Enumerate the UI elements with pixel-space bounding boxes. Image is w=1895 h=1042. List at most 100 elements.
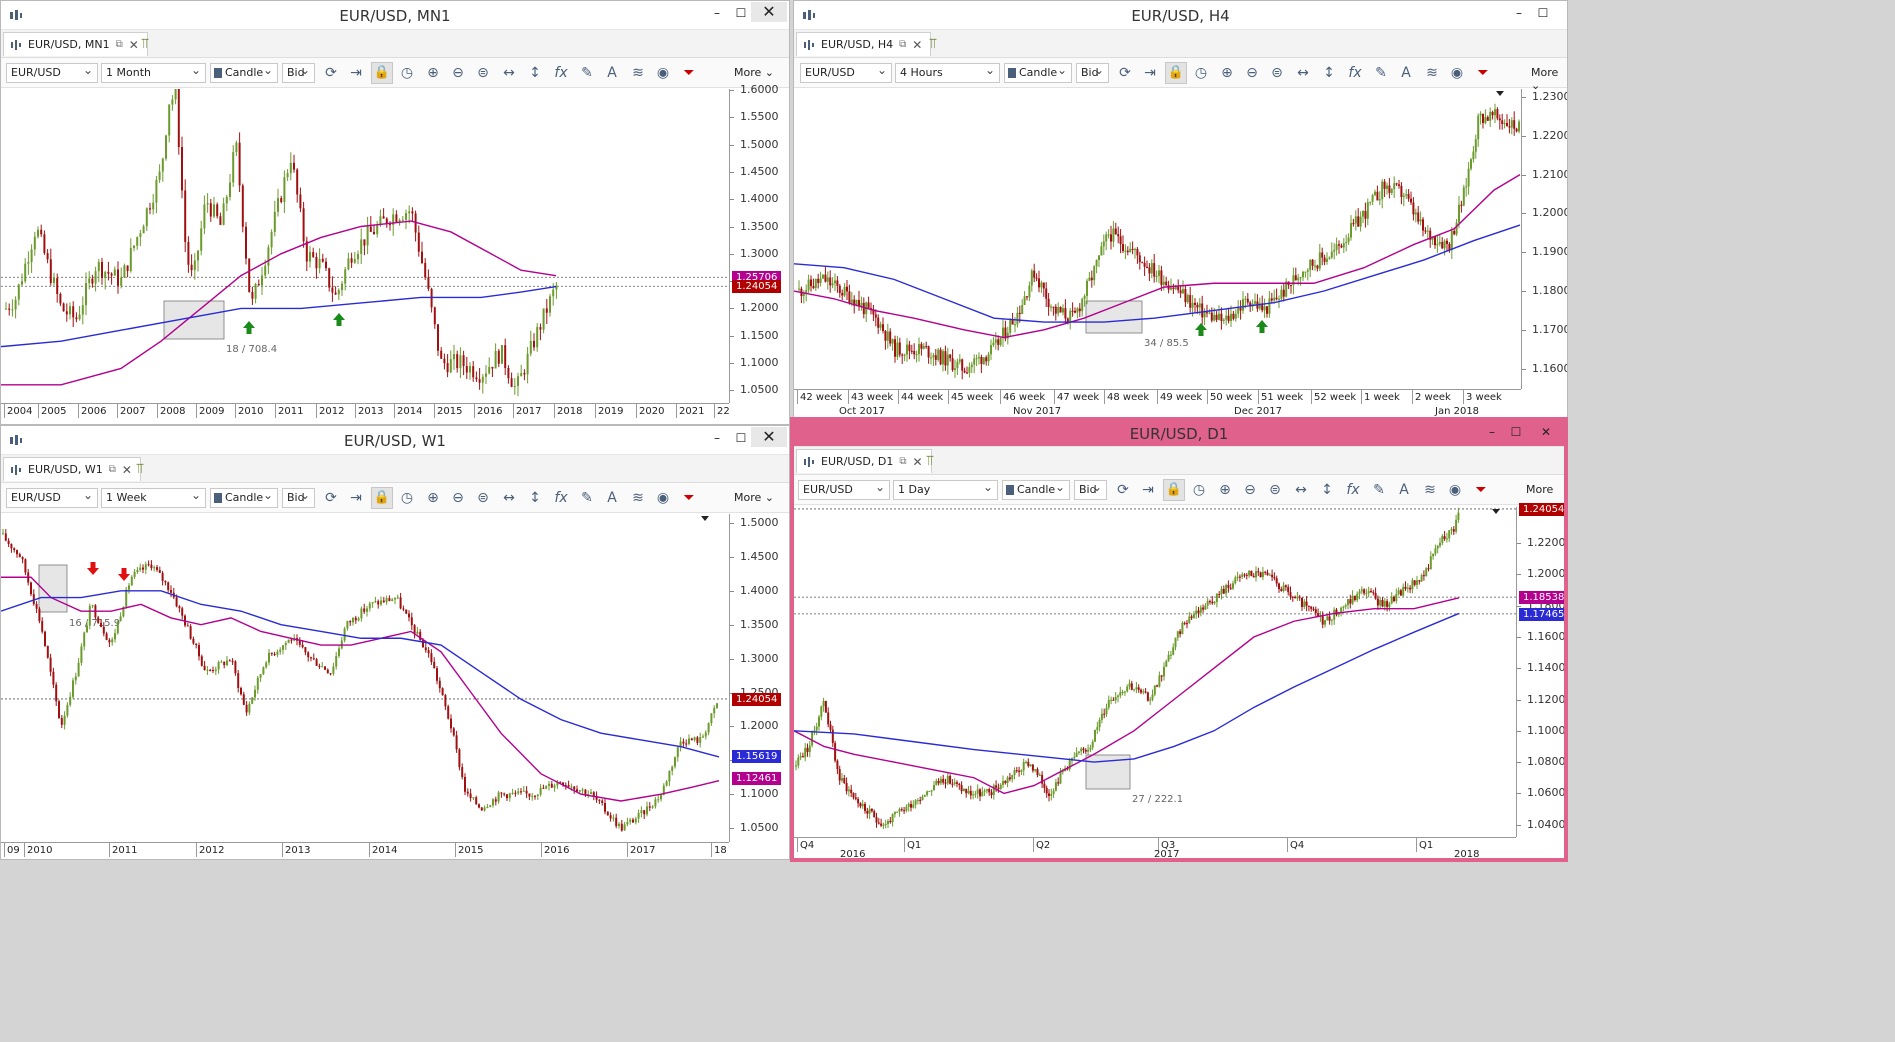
tab-chart[interactable]: EUR/USD, D1 ⧉ ✕ — [796, 449, 932, 473]
popout-icon[interactable]: ⧉ — [116, 39, 123, 50]
price-side-select[interactable]: Bid — [282, 63, 315, 83]
popout-icon[interactable]: ⧉ — [109, 464, 116, 475]
close-icon[interactable]: ✕ — [1534, 423, 1558, 441]
instrument-select[interactable]: EUR/USD — [800, 63, 892, 83]
chart-window-mn1[interactable]: EUR/USD, MN1 – ☐ ✕ EUR/USD, MN1 ⧉ ✕ ⫪ EU… — [0, 0, 790, 425]
zoom-in-icon[interactable]: ⊕ — [423, 489, 443, 507]
minimize-icon[interactable]: – — [1507, 4, 1531, 22]
zoom-in-icon[interactable]: ⊕ — [1217, 64, 1237, 82]
chart-type-select[interactable]: Candle — [210, 63, 278, 83]
crosshair-icon[interactable]: ◷ — [1191, 64, 1211, 82]
close-tab-icon[interactable]: ✕ — [912, 455, 922, 469]
layers-icon[interactable]: ≋ — [1420, 481, 1440, 499]
horizontal-scale-icon[interactable]: ↔ — [1293, 64, 1313, 82]
more-menu[interactable]: More ⌄ — [734, 66, 774, 79]
period-select[interactable]: 1 Day — [893, 480, 998, 500]
zoom-fit-icon[interactable]: ⊜ — [1265, 481, 1285, 499]
instrument-select[interactable]: EUR/USD — [6, 488, 98, 508]
maximize-icon[interactable]: ☐ — [729, 4, 753, 22]
price-side-select[interactable]: Bid — [1074, 480, 1107, 500]
vertical-scale-icon[interactable]: ↕ — [525, 489, 545, 507]
zoom-out-icon[interactable]: ⊖ — [448, 64, 468, 82]
period-select[interactable]: 4 Hours — [895, 63, 1000, 83]
zoom-in-icon[interactable]: ⊕ — [1215, 481, 1235, 499]
text-tool-icon[interactable]: A — [1396, 64, 1416, 82]
price-axis[interactable]: 1.50001.45001.40001.35001.30001.25001.20… — [729, 514, 789, 842]
refresh-icon[interactable]: ⟳ — [321, 489, 341, 507]
lock-icon[interactable]: 🔒 — [371, 487, 393, 509]
drawing-pencil-icon[interactable]: ✎ — [577, 64, 597, 82]
plot-area[interactable]: 16 / 715.9 — [1, 514, 729, 842]
zoom-out-icon[interactable]: ⊖ — [448, 489, 468, 507]
plot-area[interactable]: 27 / 222.1 — [794, 507, 1516, 837]
indicators-icon[interactable]: fx — [1345, 64, 1365, 82]
close-tab-icon[interactable]: ✕ — [122, 463, 132, 477]
window-titlebar[interactable]: EUR/USD, MN1 – ☐ ✕ — [1, 1, 789, 30]
drawing-pencil-icon[interactable]: ✎ — [1371, 64, 1391, 82]
time-axis[interactable]: 2004 2005 2006 2007 2008 2009 2010 2011 2012 2013… — [1, 403, 730, 421]
text-tool-icon[interactable]: A — [602, 64, 622, 82]
zoom-fit-icon[interactable]: ⊜ — [473, 64, 493, 82]
chart-type-select[interactable]: Candle — [1002, 480, 1070, 500]
lock-icon[interactable]: 🔒 — [1165, 62, 1187, 84]
time-axis[interactable]: 42 week 43 week 44 week 45 week 46 week 47 we… — [794, 389, 1521, 417]
alert-icon[interactable]: ⏷ — [679, 64, 699, 82]
layers-icon[interactable]: ≋ — [628, 489, 648, 507]
selection-box[interactable] — [163, 300, 225, 340]
refresh-icon[interactable]: ⟳ — [321, 64, 341, 82]
chart-window-h4[interactable]: EUR/USD, H4 – ☐ EUR/USD, H4 ⧉ ✕ ⫪ EUR/US… — [793, 0, 1568, 418]
time-axis[interactable]: 09 2010 2011 2012 2013 2014 2015 2016 2017 18 — [1, 842, 729, 858]
chart-type-select[interactable]: Candle — [1004, 63, 1072, 83]
zoom-in-icon[interactable]: ⊕ — [423, 64, 443, 82]
window-titlebar[interactable]: EUR/USD, W1 – ☐ ✕ — [1, 426, 789, 455]
instrument-select[interactable]: EUR/USD — [798, 480, 890, 500]
plot-area[interactable]: 18 / 708.4 — [1, 89, 729, 403]
window-titlebar[interactable]: EUR/USD, D1 – ☐ ✕ — [794, 421, 1564, 447]
indicators-icon[interactable]: fx — [551, 64, 571, 82]
refresh-icon[interactable]: ⟳ — [1115, 64, 1135, 82]
text-tool-icon[interactable]: A — [1394, 481, 1414, 499]
lock-icon[interactable]: 🔒 — [1163, 479, 1185, 501]
drawing-pencil-icon[interactable]: ✎ — [577, 489, 597, 507]
add-chart-icon[interactable]: ⫪ — [141, 36, 149, 52]
eye-icon[interactable]: ◉ — [1447, 64, 1467, 82]
refresh-icon[interactable]: ⟳ — [1113, 481, 1133, 499]
shift-chart-icon[interactable]: ⇥ — [346, 489, 366, 507]
price-side-select[interactable]: Bid — [1076, 63, 1109, 83]
shift-chart-icon[interactable]: ⇥ — [1138, 481, 1158, 499]
horizontal-scale-icon[interactable]: ↔ — [1291, 481, 1311, 499]
indicators-icon[interactable]: fx — [1343, 481, 1363, 499]
close-icon[interactable]: ✕ — [751, 2, 787, 22]
close-tab-icon[interactable]: ✕ — [129, 38, 139, 52]
period-select[interactable]: 1 Month — [101, 63, 206, 83]
crosshair-icon[interactable]: ◷ — [397, 489, 417, 507]
drawing-pencil-icon[interactable]: ✎ — [1369, 481, 1389, 499]
chart-type-select[interactable]: Candle — [210, 488, 278, 508]
horizontal-scale-icon[interactable]: ↔ — [499, 489, 519, 507]
eye-icon[interactable]: ◉ — [653, 64, 673, 82]
minimize-icon[interactable]: – — [705, 429, 729, 447]
price-side-select[interactable]: Bid — [282, 488, 315, 508]
horizontal-scale-icon[interactable]: ↔ — [499, 64, 519, 82]
shift-chart-icon[interactable]: ⇥ — [1140, 64, 1160, 82]
chart-window-d1[interactable]: EUR/USD, D1 – ☐ ✕ EUR/USD, D1 ⧉ ✕ ⫪ EUR/… — [790, 417, 1568, 862]
price-axis[interactable]: 1.2300 1.2200 1.2100 1.2000 1.1900 1.1800 1.17… — [1521, 89, 1567, 389]
close-icon[interactable]: ✕ — [751, 427, 787, 447]
instrument-select[interactable]: EUR/USD — [6, 63, 98, 83]
alert-icon[interactable]: ⏷ — [1473, 64, 1493, 82]
close-tab-icon[interactable]: ✕ — [912, 38, 922, 52]
alert-icon[interactable]: ⏷ — [1471, 481, 1491, 499]
price-axis[interactable]: 1.6000 1.5500 1.5000 1.4500 1.4000 1.3500 1.30… — [729, 83, 789, 403]
crosshair-icon[interactable]: ◷ — [397, 64, 417, 82]
period-select[interactable]: 1 Week — [101, 488, 206, 508]
zoom-out-icon[interactable]: ⊖ — [1242, 64, 1262, 82]
selection-box[interactable] — [38, 564, 68, 613]
layers-icon[interactable]: ≋ — [628, 64, 648, 82]
more-menu[interactable]: More ⌄ — [734, 491, 774, 504]
minimize-icon[interactable]: – — [1480, 423, 1504, 441]
vertical-scale-icon[interactable]: ↕ — [1319, 64, 1339, 82]
maximize-icon[interactable]: ☐ — [1531, 4, 1555, 22]
tab-chart[interactable]: EUR/USD, H4 ⧉ ✕ — [796, 32, 932, 56]
tab-chart[interactable]: EUR/USD, MN1 ⧉ ✕ — [3, 32, 148, 56]
maximize-icon[interactable]: ☐ — [1504, 423, 1528, 441]
